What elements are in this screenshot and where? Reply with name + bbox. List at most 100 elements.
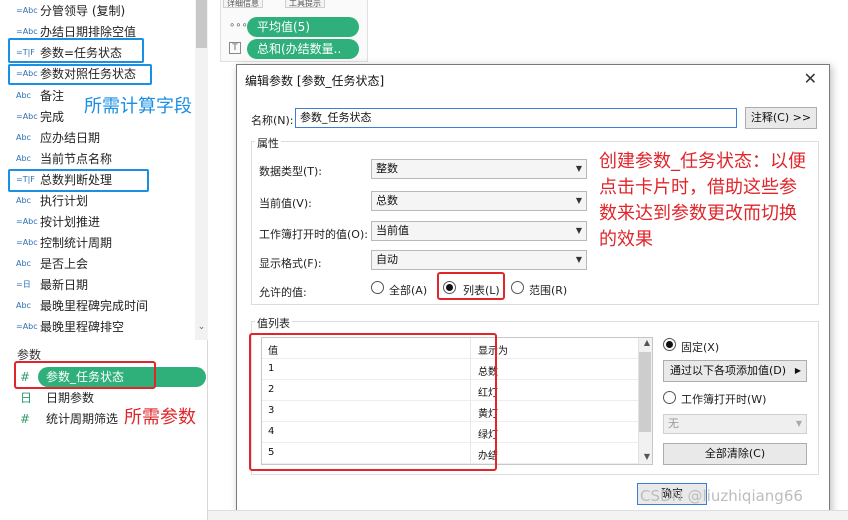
string-field-icon: Abc <box>16 133 31 142</box>
chevron-down-icon[interactable]: ⌄ <box>196 322 207 336</box>
field-item[interactable]: =Abc 控制统计周期 <box>0 232 195 253</box>
onopen-label: 工作簿打开时的值(O): <box>259 228 368 241</box>
field-item[interactable]: Abc 最晚里程碑完成时间 <box>0 295 195 316</box>
annotation-line: 的效果 <box>599 229 653 250</box>
field-item[interactable]: =Abc 分管领导 (复制) <box>0 0 195 21</box>
add-from-label: 通过以下各项添加值(D) <box>670 364 787 377</box>
highlight-param <box>14 361 156 389</box>
scrollbar-thumb[interactable] <box>639 352 651 432</box>
dropdown-arrow-icon: ▼ <box>575 255 582 264</box>
avg-pill[interactable]: 平均值(5) <box>247 17 359 37</box>
highlight-calc-field-2 <box>8 64 152 85</box>
field-item[interactable]: =Abc 最晚里程碑排空 <box>0 316 195 337</box>
status-strip <box>208 510 848 520</box>
allowed-values-label: 允许的值: <box>259 286 307 299</box>
calc-fields-note: 所需计算字段 <box>84 96 192 117</box>
field-label: 最晚里程碑完成时间 <box>40 299 149 313</box>
chevron-up-icon[interactable]: ▲ <box>644 338 650 347</box>
radio-fixed-label: 固定(X) <box>681 341 720 354</box>
number-param-icon: # <box>20 411 31 426</box>
scrollbar-thumb[interactable] <box>196 0 207 48</box>
annotation-line: 创建参数_任务状态：以便 <box>599 151 806 172</box>
string-field-icon: Abc <box>16 196 31 205</box>
dialog-title: 编辑参数 [参数_任务状态] <box>245 74 385 88</box>
close-icon[interactable]: ✕ <box>804 69 817 88</box>
comment-button[interactable]: 注释(C) >> <box>745 107 817 129</box>
detail-dots-icon: ∘∘∘ <box>229 20 248 31</box>
field-label: 最新日期 <box>40 278 89 292</box>
name-label: 名称(N): <box>251 114 294 127</box>
current-value-select[interactable]: 总数 ▼ <box>371 191 587 211</box>
string-calc-icon: =Abc <box>16 112 38 121</box>
dropdown-arrow-icon: ▼ <box>795 419 802 428</box>
string-calc-icon: =Abc <box>16 238 38 247</box>
tab-detail[interactable]: 详细信息 <box>223 0 263 8</box>
dropdown-arrow-icon: ▼ <box>575 196 582 205</box>
field-label: 是否上会 <box>40 257 89 271</box>
field-label: 应办结日期 <box>40 131 101 145</box>
arrow-right-icon: ▶ <box>794 366 801 375</box>
annotation-note: 创建参数_任务状态：以便 点击卡片时，借助这些参 数来达到参数更改而切换 的效果 <box>599 149 806 253</box>
field-list-scrollbar[interactable] <box>195 0 208 340</box>
string-field-icon: Abc <box>16 91 31 100</box>
value-list-title: 值列表 <box>255 315 292 331</box>
radio-range[interactable] <box>511 281 524 294</box>
datatype-select[interactable]: 整数 ▼ <box>371 159 587 179</box>
highlight-list-option <box>437 272 505 300</box>
onopen-field-select: 无 ▼ <box>663 414 807 434</box>
highlight-calc-field-3 <box>8 169 149 192</box>
field-label: 备注 <box>40 89 65 103</box>
radio-all-label: 全部(A) <box>389 284 428 297</box>
params-note: 所需参数 <box>124 407 196 428</box>
none-value: 无 <box>668 417 679 430</box>
string-field-icon: Abc <box>16 259 31 268</box>
annotation-line: 数来达到参数更改而切换 <box>599 203 797 224</box>
string-calc-icon: =Abc <box>16 27 38 36</box>
marks-card: 详细信息 工具提示 ∘∘∘ 平均值(5) T 总和(办结数量.. <box>220 0 368 62</box>
watermark: CSDN @liuzhiqiang66 <box>640 487 803 505</box>
radio-onopen-label: 工作簿打开时(W) <box>681 393 767 406</box>
field-item[interactable]: Abc 是否上会 <box>0 253 195 274</box>
date-param-icon: 日 <box>20 391 33 405</box>
field-label: 控制统计周期 <box>40 236 113 250</box>
string-field-icon: Abc <box>16 301 31 310</box>
add-from-button[interactable]: 通过以下各项添加值(D) ▶ <box>663 360 807 382</box>
field-item[interactable]: Abc 执行计划 <box>0 190 195 211</box>
highlight-value-table <box>249 333 497 471</box>
current-value: 总数 <box>376 194 398 207</box>
datatype-value: 整数 <box>376 162 398 175</box>
datatype-label: 数据类型(T): <box>259 165 323 178</box>
radio-all[interactable] <box>371 281 384 294</box>
format-value: 自动 <box>376 253 398 266</box>
format-label: 显示格式(F): <box>259 257 322 270</box>
field-item[interactable]: =Abc 按计划推进 <box>0 211 195 232</box>
onopen-value: 当前值 <box>376 224 409 237</box>
field-item[interactable]: =日 最新日期 <box>0 274 195 295</box>
field-label: 完成 <box>40 110 65 124</box>
param-label: 日期参数 <box>46 391 95 405</box>
date-calc-icon: =日 <box>16 280 31 289</box>
onopen-select[interactable]: 当前值 ▼ <box>371 221 587 241</box>
tab-tooltip[interactable]: 工具提示 <box>285 0 325 8</box>
radio-range-label: 范围(R) <box>529 284 568 297</box>
string-field-icon: Abc <box>16 154 31 163</box>
dialog-titlebar[interactable]: 编辑参数 [参数_任务状态] ✕ <box>237 65 829 93</box>
highlight-calc-field-1 <box>8 38 144 63</box>
name-input[interactable]: 参数_任务状态 <box>295 108 737 128</box>
radio-onopen[interactable] <box>663 391 676 404</box>
sum-pill[interactable]: 总和(办结数量.. <box>247 39 359 59</box>
clear-all-button[interactable]: 全部清除(C) <box>663 443 807 465</box>
dropdown-arrow-icon: ▼ <box>575 164 582 173</box>
chevron-down-icon[interactable]: ▼ <box>644 452 650 461</box>
field-label: 当前节点名称 <box>40 152 113 166</box>
text-mark-icon: T <box>229 42 241 54</box>
field-label: 分管领导 (复制) <box>40 4 126 18</box>
field-item[interactable]: Abc 当前节点名称 <box>0 148 195 169</box>
format-select[interactable]: 自动 ▼ <box>371 250 587 270</box>
field-item[interactable]: Abc 应办结日期 <box>0 127 195 148</box>
radio-fixed[interactable] <box>663 338 676 351</box>
param-label: 统计周期筛选 <box>46 412 119 426</box>
annotation-line: 点击卡片时，借助这些参 <box>599 177 797 198</box>
string-calc-icon: =Abc <box>16 6 38 15</box>
field-label: 最晚里程碑排空 <box>40 320 125 334</box>
